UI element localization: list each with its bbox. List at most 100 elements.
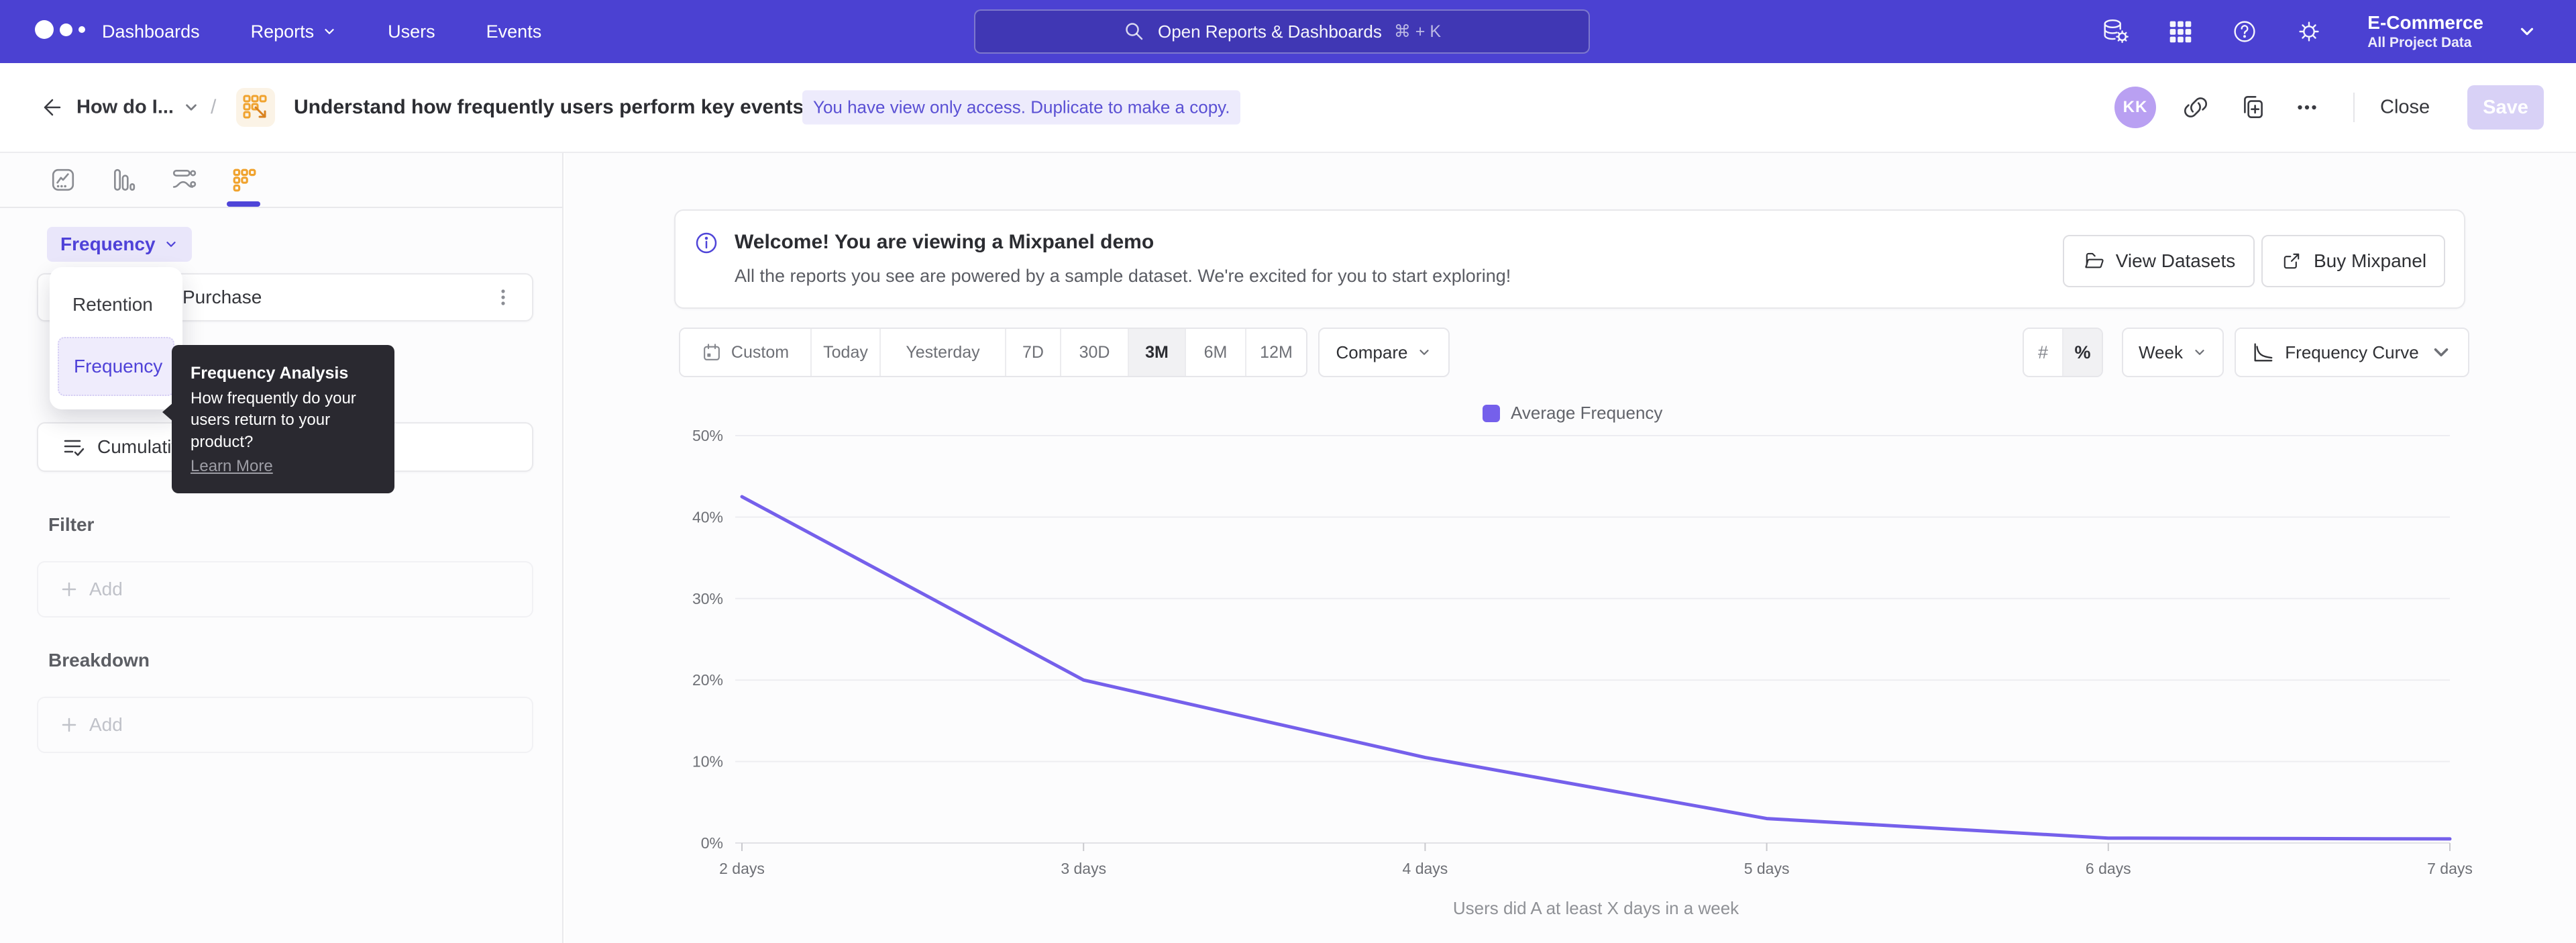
range-3m[interactable]: 3M [1129,329,1186,376]
frequency-report-icon [236,88,275,127]
report-header: How do I... / Understand how frequently … [0,63,2576,153]
compare-label: Compare [1336,342,1408,363]
number-format-toggle: # % [2023,328,2103,377]
external-link-icon [2280,250,2303,272]
svg-text:10%: 10% [692,753,723,771]
range-today[interactable]: Today [812,329,881,376]
chart-caption: Users did A at least X days in a week [742,898,2450,919]
project-name: E-Commerce [2367,12,2483,34]
query-builder-sidebar: Purchase Cumulative Frequency Frequency … [0,153,564,943]
nav-item-users[interactable]: Users [388,21,435,42]
range-label: Yesterday [906,343,979,362]
breadcrumb[interactable]: How do I... [76,97,174,119]
settings-gear-icon[interactable] [2294,16,2324,47]
nav-item-label: Reports [251,21,315,42]
top-nav-bar: Dashboards Reports Users Events Open Rep… [0,0,2576,63]
date-range-control: Custom Today Yesterday 7D 30D 3M 6M 12M [679,328,1307,377]
project-scope: All Project Data [2367,35,2483,51]
analysis-type-dropdown: Retention Frequency [50,267,182,409]
format-percent-button[interactable]: % [2063,329,2102,376]
analysis-type-selector[interactable]: Frequency [47,227,192,262]
nav-item-label: Dashboards [102,21,200,42]
nav-item-reports[interactable]: Reports [251,21,337,42]
range-7d[interactable]: 7D [1006,329,1061,376]
active-tab-indicator [227,201,260,207]
report-canvas: Welcome! You are viewing a Mixpanel demo… [565,153,2576,943]
range-6m[interactable]: 6M [1186,329,1246,376]
more-options-icon[interactable] [2293,93,2321,121]
project-switcher[interactable]: E-Commerce All Project Data [2367,12,2483,51]
buy-mixpanel-button[interactable]: Buy Mixpanel [2261,235,2445,287]
range-label: 12M [1260,343,1293,362]
nav-item-dashboards[interactable]: Dashboards [102,21,200,42]
plus-icon [60,715,78,734]
range-label: Custom [731,343,789,362]
frequency-curve-icon [2251,341,2274,364]
frequency-curve-chart[interactable]: 0%10%20%30%40%50%2 days3 days4 days5 day… [565,376,2576,906]
copy-link-icon[interactable] [2182,93,2210,121]
list-check-icon [61,435,85,459]
save-button[interactable]: Save [2467,85,2544,130]
tab-retention[interactable] [227,162,262,197]
range-label: 30D [1079,343,1110,362]
nav-item-events[interactable]: Events [486,21,542,42]
chart-controls: Custom Today Yesterday 7D 30D 3M 6M 12M … [565,328,2576,377]
apps-grid-icon[interactable] [2165,16,2196,47]
range-yesterday[interactable]: Yesterday [881,329,1006,376]
mixpanel-logo-icon[interactable] [35,20,85,39]
close-button[interactable]: Close [2380,97,2430,119]
learn-more-link[interactable]: Learn More [191,457,273,476]
avatar[interactable]: KK [2114,87,2156,128]
option-frequency[interactable]: Frequency [58,337,174,396]
svg-text:50%: 50% [692,427,723,444]
event-label: Purchase [182,287,262,308]
search-shortcut: ⌘ + K [1394,21,1441,42]
filter-heading: Filter [48,514,94,536]
svg-text:3 days: 3 days [1061,860,1106,877]
banner-title: Welcome! You are viewing a Mixpanel demo [735,231,1154,254]
format-number-button[interactable]: # [2024,329,2063,376]
global-search-input[interactable]: Open Reports & Dashboards ⌘ + K [974,9,1590,54]
compare-button[interactable]: Compare [1318,328,1450,377]
svg-text:40%: 40% [692,508,723,526]
filter-add-button[interactable]: Add [37,561,533,617]
view-datasets-button[interactable]: View Datasets [2063,235,2255,287]
add-label: Add [89,579,123,600]
breakdown-add-button[interactable]: Add [37,697,533,753]
chevron-down-icon [2430,341,2453,364]
option-retention[interactable]: Retention [58,285,174,325]
chevron-down-icon [1417,345,1432,360]
frequency-tooltip: Frequency Analysis How frequently do you… [172,345,394,493]
chevron-down-icon [322,24,337,39]
plus-icon [60,580,78,599]
range-custom[interactable]: Custom [680,329,812,376]
calendar-icon [702,342,722,362]
tooltip-description: How frequently do your users return to y… [191,388,376,453]
breadcrumb-separator: / [211,96,216,119]
breakdown-heading: Breakdown [48,650,150,671]
help-icon[interactable] [2229,16,2260,47]
chevron-down-icon[interactable] [182,99,200,116]
view-only-badge: You have view only access. Duplicate to … [802,91,1240,125]
folder-icon [2082,250,2105,272]
data-management-icon[interactable] [2100,16,2131,47]
svg-text:5 days: 5 days [1744,860,1790,877]
duplicate-icon[interactable] [2239,93,2267,121]
range-label: 3M [1145,343,1169,362]
info-icon [694,231,718,255]
chart-type-dropdown[interactable]: Frequency Curve [2235,328,2469,377]
range-label: 7D [1022,343,1044,362]
back-arrow-icon[interactable] [38,95,63,120]
nav-item-label: Events [486,21,542,42]
search-icon [1123,20,1146,43]
tab-insights[interactable] [46,162,80,197]
interval-dropdown[interactable]: Week [2122,328,2224,377]
kebab-menu-icon[interactable] [492,286,515,309]
tab-funnels[interactable] [106,162,141,197]
chevron-down-icon [164,237,178,252]
page-title: Understand how frequently users perform … [294,96,804,119]
chevron-down-icon[interactable] [2517,21,2537,42]
range-12m[interactable]: 12M [1246,329,1306,376]
range-30d[interactable]: 30D [1061,329,1129,376]
tab-flows[interactable] [166,162,201,197]
